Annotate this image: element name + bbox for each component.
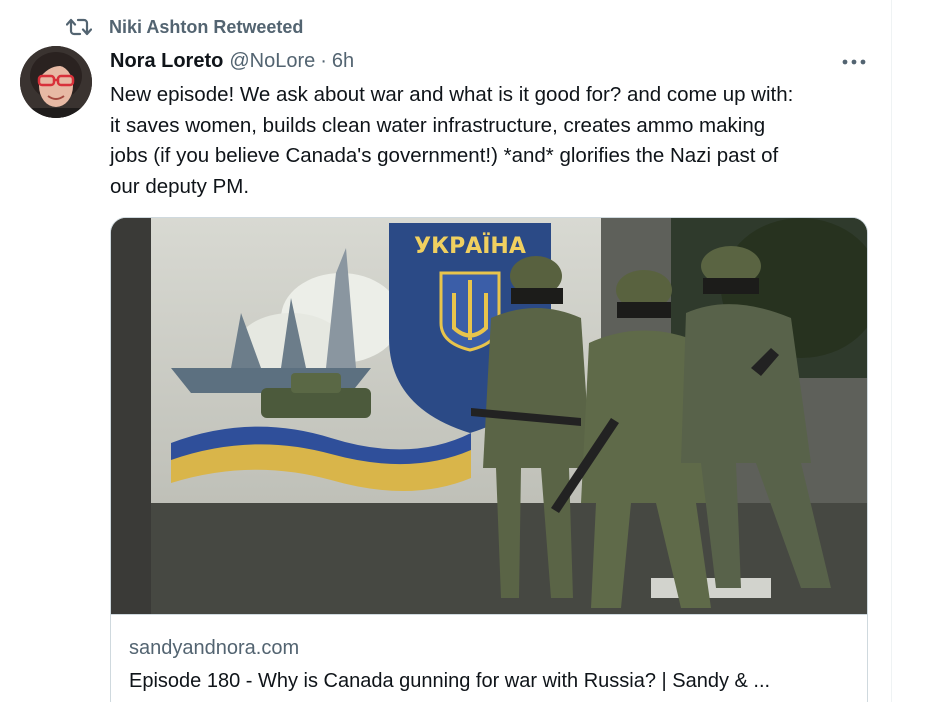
card-domain[interactable]: sandyandnora.com <box>129 637 299 660</box>
card-title[interactable]: Episode 180 - Why is Canada gunning for … <box>129 670 849 693</box>
card-meta[interactable]: sandyandnora.com Episode 180 - Why is Ca… <box>111 614 867 702</box>
card-image[interactable]: УКРАЇНА <box>111 218 867 614</box>
retweet-label[interactable]: Niki Ashton Retweeted <box>109 17 303 38</box>
more-horizontal-icon <box>842 52 866 70</box>
more-button[interactable] <box>836 48 872 74</box>
retweet-icon <box>65 16 93 38</box>
tweet-timestamp[interactable]: 6h <box>332 50 354 73</box>
tweet-header: Nora Loreto @NoLore · 6h <box>110 48 354 74</box>
author-handle[interactable]: @NoLore <box>229 50 315 73</box>
soldiers-mural-photo: УКРАЇНА <box>111 218 867 614</box>
tweet-text: New episode! We ask about war and what i… <box>110 83 794 198</box>
author-name[interactable]: Nora Loreto <box>110 50 223 73</box>
avatar[interactable] <box>20 46 92 118</box>
tweet-article[interactable]: Niki Ashton Retweeted Nora Loreto @NoLor… <box>0 0 892 702</box>
link-card[interactable]: УКРАЇНА sandyandnora.com Episode 180 - W… <box>110 217 868 702</box>
mural-text: УКРАЇНА <box>414 233 526 259</box>
header-separator: · <box>320 49 327 72</box>
retweet-context[interactable]: Niki Ashton Retweeted <box>65 16 303 38</box>
